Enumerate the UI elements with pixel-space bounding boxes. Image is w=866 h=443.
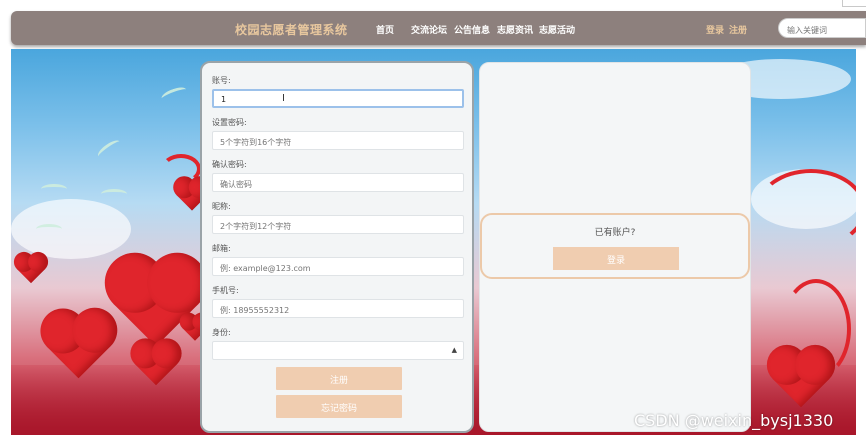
site-title: 校园志愿者管理系统 <box>235 23 348 37</box>
nickname-input[interactable] <box>212 215 464 234</box>
select-arrow-icon: ▲ <box>451 346 457 354</box>
dove-icon <box>101 189 127 199</box>
password-input[interactable] <box>212 131 464 150</box>
cloud <box>11 199 131 259</box>
login-button[interactable]: 登录 <box>553 247 679 270</box>
watermark: CSDN @weixin_bysj1330 <box>634 411 834 430</box>
heart-icon <box>113 261 199 347</box>
dove-icon <box>95 137 123 161</box>
top-strip <box>0 0 866 10</box>
account-input[interactable]: 1 I <box>212 89 464 108</box>
phone-input[interactable] <box>212 299 464 318</box>
password-label: 设置密码: <box>212 118 247 127</box>
dove-icon <box>160 84 188 104</box>
identity-select[interactable]: ▲ <box>212 341 464 360</box>
login-side-panel: 已有账户? 登录 <box>479 62 751 432</box>
register-form-panel: 账号: 1 I 设置密码: 确认密码: 昵称: 邮箱: 手机号: 身份: ▲ 注… <box>200 61 474 433</box>
nav-news[interactable]: 志愿资讯 <box>497 23 533 36</box>
have-account-box: 已有账户? 登录 <box>480 213 750 279</box>
confirm-password-input[interactable] <box>212 173 464 192</box>
forgot-password-button[interactable]: 忘记密码 <box>276 395 402 418</box>
register-button[interactable]: 注册 <box>276 367 402 390</box>
nav-login-link[interactable]: 登录 <box>706 23 724 36</box>
text-cursor-icon: I <box>282 93 285 104</box>
ribbon-icon <box>756 169 856 249</box>
heart-icon <box>16 254 46 284</box>
search-input[interactable] <box>778 18 866 38</box>
confirm-password-label: 确认密码: <box>212 160 247 169</box>
account-value: 1 <box>221 95 227 104</box>
email-input[interactable] <box>212 257 464 276</box>
identity-label: 身份: <box>212 328 231 337</box>
dove-icon <box>36 224 62 234</box>
nickname-label: 昵称: <box>212 202 231 211</box>
account-label: 账号: <box>212 76 231 85</box>
nav-notices[interactable]: 公告信息 <box>454 23 490 36</box>
nav-activities[interactable]: 志愿活动 <box>539 23 575 36</box>
nav-forum[interactable]: 交流论坛 <box>411 23 447 36</box>
phone-label: 手机号: <box>212 286 239 295</box>
nav-register-link[interactable]: 注册 <box>729 23 747 36</box>
nav-home[interactable]: 首页 <box>376 23 394 36</box>
window-corner-box <box>842 0 866 7</box>
navbar: 校园志愿者管理系统 首页 交流论坛 公告信息 志愿资讯 志愿活动 登录 注册 <box>11 11 866 45</box>
have-account-text: 已有账户? <box>594 228 636 238</box>
email-label: 邮箱: <box>212 244 231 253</box>
dove-icon <box>41 184 67 194</box>
